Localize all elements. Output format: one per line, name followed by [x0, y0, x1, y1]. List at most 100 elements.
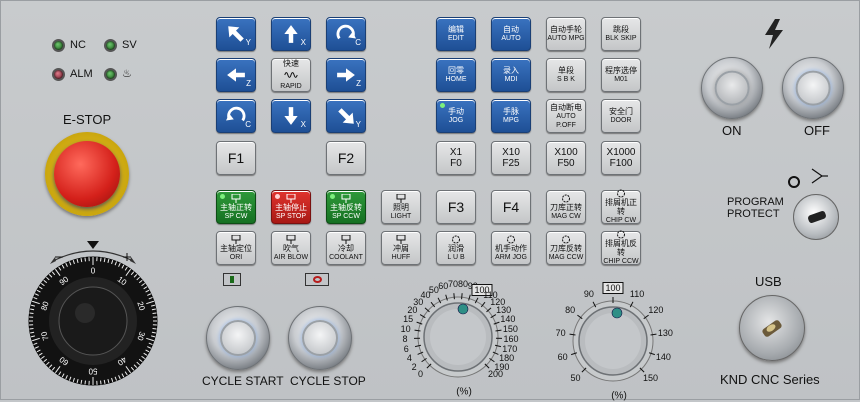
override-tick-label: 0	[418, 369, 423, 379]
spindle-key-sp-cw[interactable]: 主轴正转SP CW	[216, 190, 256, 224]
key-label-cn: 单段	[558, 66, 574, 75]
aux-key-mag-ccw[interactable]: 刀库反转MAG CCW	[546, 231, 586, 265]
key-led	[275, 194, 280, 199]
mode-key-auto-p-off[interactable]: 自动断电AUTO P.OFF	[546, 99, 586, 133]
rapid-key[interactable]: 快速RAPID	[271, 58, 311, 92]
mode-key-s-b-k[interactable]: 单段S B K	[546, 58, 586, 92]
jog-key-arrow-down-x[interactable]: X	[271, 99, 311, 133]
mode-key-mdi[interactable]: 录入MDI	[491, 58, 531, 92]
rate-label-bottom: F0	[450, 158, 462, 169]
spindle-key-air-blow[interactable]: 吹气AIR BLOW	[271, 231, 311, 265]
rotate-ccw-icon	[226, 106, 246, 126]
key-label-cn: 冲屑	[393, 244, 409, 253]
override-tick-label: 10	[401, 324, 411, 334]
arrow-up-icon	[281, 24, 301, 44]
mode-key-auto-mpg[interactable]: 自动手轮AUTO MPG	[546, 17, 586, 51]
mode-key-home[interactable]: 回零HOME	[436, 58, 476, 92]
aux-key-arm-jog[interactable]: 机手动作ARM JOG	[491, 231, 531, 265]
key-label-en: AUTO	[501, 34, 520, 43]
key-label-en: DOOR	[611, 116, 632, 125]
key-label-cn: 吹气	[283, 244, 299, 253]
key-label-en: BLK SKIP	[605, 34, 636, 43]
gear-icon	[614, 230, 628, 239]
rate-label-bottom: F100	[610, 158, 633, 169]
arrow-left-icon	[226, 65, 246, 85]
mode-key-door[interactable]: 安全门DOOR	[601, 99, 641, 133]
rate-key-f100[interactable]: X1000F100	[601, 141, 641, 175]
machine-icon	[339, 235, 353, 244]
rate-key-f0[interactable]: X1F0	[436, 141, 476, 175]
power-off-button[interactable]	[782, 57, 844, 119]
spindle-key-ori[interactable]: 主轴定位ORI	[216, 231, 256, 265]
key-label-en: COOLANT	[329, 253, 363, 262]
jog-key-rotate-cw-c[interactable]: C	[326, 17, 366, 51]
power-off-label: OFF	[804, 123, 830, 138]
mode-key-m01[interactable]: 程序选停M01	[601, 58, 641, 92]
rate-label-top: X100	[554, 147, 577, 158]
arrow-right-icon	[336, 65, 356, 85]
cycle-start-button[interactable]	[206, 306, 270, 370]
spindle-key-sp-stop[interactable]: 主轴停止SP STOP	[271, 190, 311, 224]
override-tick-label: 200	[488, 369, 503, 379]
jog-key-arrow-up-x[interactable]: X	[271, 17, 311, 51]
aux-key-chip-cw[interactable]: 排屑机正转CHIP CW	[601, 190, 641, 224]
rate-key-f25[interactable]: X10F25	[491, 141, 531, 175]
jog-key-arrow-down-right-y[interactable]: Y	[326, 99, 366, 133]
f2-key[interactable]: F2	[326, 141, 366, 175]
jog-key-arrow-left-z[interactable]: Z	[216, 58, 256, 92]
usb-port-cover[interactable]	[739, 295, 805, 361]
f1-key[interactable]: F1	[216, 141, 256, 175]
aux-key-mag-cw[interactable]: 刀库正转MAG CW	[546, 190, 586, 224]
key-label-cn: 跳段	[613, 25, 629, 34]
lube-led	[104, 68, 117, 81]
override-tick-label: 130	[658, 328, 673, 338]
aux-key-l-u-b[interactable]: 润滑L U B	[436, 231, 476, 265]
jog-key-rotate-ccw-c[interactable]: C	[216, 99, 256, 133]
mode-key-auto[interactable]: 自动AUTO	[491, 17, 531, 51]
key-label-cn: 排屑机正转	[602, 198, 640, 216]
mode-key-edit[interactable]: 编辑EDIT	[436, 17, 476, 51]
f3-key[interactable]: F3	[436, 190, 476, 224]
program-protect-keyswitch[interactable]	[793, 194, 839, 240]
axis-label: X	[301, 38, 306, 47]
aux-key-chip-ccw[interactable]: 排屑机反转CHIP CCW	[601, 231, 641, 265]
override-tick-label: 140	[500, 314, 515, 324]
cycle-stop-button[interactable]	[288, 306, 352, 370]
lightning-icon	[763, 19, 785, 49]
mode-key-jog[interactable]: 手动JOG	[436, 99, 476, 133]
lube-label-icon: ♨	[122, 67, 132, 80]
key-label-en: AIR BLOW	[274, 253, 308, 262]
override-tick-label: 60	[558, 352, 568, 362]
override-unit-label: (%)	[456, 387, 472, 398]
alarm-led	[52, 68, 65, 81]
lock-open-icon	[788, 176, 800, 188]
override-tick-label: 80	[565, 305, 575, 315]
key-label-en: M01	[614, 75, 628, 84]
sv-led	[104, 39, 117, 52]
rate-label-top: X10	[502, 147, 520, 158]
mode-key-mpg[interactable]: 手脉MPG	[491, 99, 531, 133]
cycle-stop-indicator	[305, 273, 329, 286]
spindle-key-sp-ccw[interactable]: 主轴反转SP CCW	[326, 190, 366, 224]
spindle-key-huff[interactable]: 冲屑HUFF	[381, 231, 421, 265]
rate-key-f50[interactable]: X100F50	[546, 141, 586, 175]
key-label-cn: 主轴停止	[275, 203, 307, 212]
key-label-cn: 主轴反转	[330, 203, 362, 212]
key-label-en: JOG	[449, 116, 463, 125]
key-label-cn: 照明	[393, 203, 409, 212]
jog-key-arrow-right-z[interactable]: Z	[326, 58, 366, 92]
spindle-key-light[interactable]: 照明LIGHT	[381, 190, 421, 224]
mode-key-blk-skip[interactable]: 跳段BLK SKIP	[601, 17, 641, 51]
override-tick-label: 150	[643, 373, 658, 383]
override-tick-label: 8	[403, 334, 408, 344]
gear-icon	[449, 235, 463, 244]
key-label-cn: 录入	[503, 66, 519, 75]
override-tick-label: 70	[556, 328, 566, 338]
estop-button[interactable]	[54, 141, 120, 207]
power-on-button[interactable]	[701, 57, 763, 119]
jog-key-arrow-up-left-y[interactable]: Y	[216, 17, 256, 51]
f4-key[interactable]: F4	[491, 190, 531, 224]
feed-dial[interactable]	[23, 239, 163, 389]
key-label-en: MAG CW	[551, 212, 581, 221]
spindle-key-coolant[interactable]: 冷却COOLANT	[326, 231, 366, 265]
